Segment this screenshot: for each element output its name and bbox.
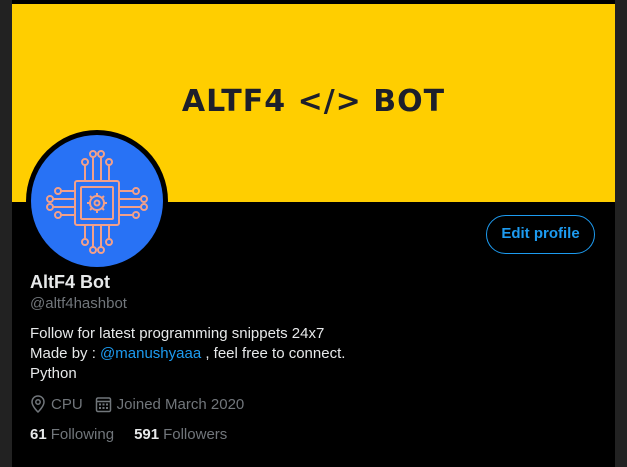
left-scroll-rail <box>0 0 12 467</box>
profile-name: AltF4 Bot <box>30 272 110 292</box>
profile-bio: Follow for latest programming snippets 2… <box>30 324 345 384</box>
bio-line-3: Python <box>30 365 77 382</box>
banner-title: ALTF4 </> BOT <box>181 84 446 119</box>
profile-meta: CPU Joined March 2020 <box>30 395 256 413</box>
avatar-image <box>31 135 163 267</box>
following-link[interactable]: 61 Following <box>30 426 114 443</box>
followers-label: Followers <box>163 426 228 443</box>
bio-suffix: , feel free to connect. <box>201 345 346 362</box>
location-text: CPU <box>51 395 83 413</box>
avatar[interactable] <box>26 130 168 272</box>
bio-line-2: Made by : @manushyaaa , feel free to con… <box>30 344 345 364</box>
profile-handle: @altf4hashbot <box>30 295 127 312</box>
followers-link[interactable]: 591 Followers <box>134 426 227 443</box>
right-scroll-rail <box>615 0 627 467</box>
bio-mention-link[interactable]: @manushyaaa <box>100 345 201 362</box>
following-count: 61 <box>30 426 47 443</box>
bio-line-1: Follow for latest programming snippets 2… <box>30 325 325 342</box>
joined-text: Joined March 2020 <box>116 395 245 413</box>
location-pin-icon <box>31 395 45 413</box>
chip-gear-icon <box>46 150 148 254</box>
profile-page: ALTF4 </> BOT Edit profile AltF4 Bot @al… <box>0 0 627 467</box>
joined-item: Joined March 2020 <box>95 395 245 413</box>
location-item: CPU <box>30 395 83 413</box>
calendar-icon <box>95 396 111 412</box>
bio-made-by: Made by : <box>30 345 101 362</box>
edit-profile-button[interactable]: Edit profile <box>486 215 595 254</box>
following-label: Following <box>50 426 115 443</box>
followers-count: 591 <box>134 426 160 443</box>
profile-stats: 61 Following 591 Followers <box>30 426 247 443</box>
